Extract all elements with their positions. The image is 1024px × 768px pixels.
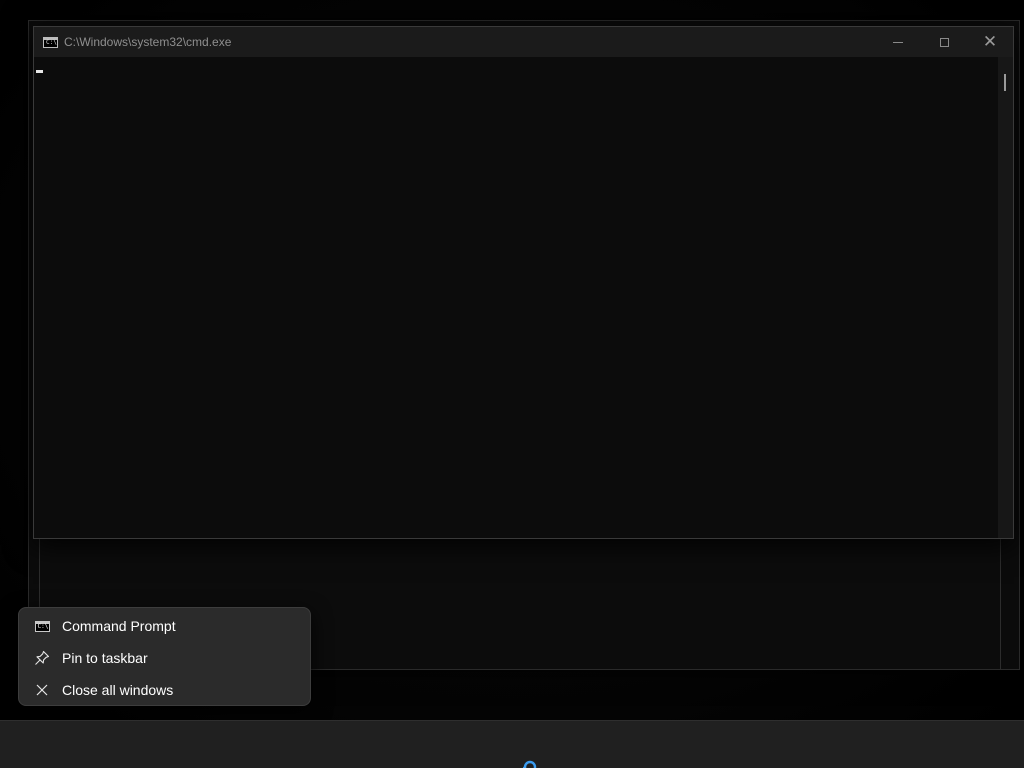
maximize-button[interactable] (921, 27, 967, 57)
maximize-icon (939, 37, 949, 47)
vertical-scrollbar[interactable] (998, 57, 1013, 538)
close-button[interactable]: ✕ (967, 27, 1013, 57)
title-bar[interactable]: C:\ C:\Windows\system32\cmd.exe ✕ (34, 27, 1013, 57)
console-area[interactable] (34, 57, 998, 538)
scrollbar-thumb[interactable] (1004, 74, 1006, 91)
menu-item-close-all-windows[interactable]: Close all windows (19, 674, 310, 706)
cmd-icon[interactable]: C:\ (43, 36, 58, 48)
menu-item-label: Pin to taskbar (62, 650, 148, 666)
search-icon[interactable] (514, 754, 540, 768)
text-cursor (36, 70, 43, 73)
menu-item-label: Close all windows (62, 682, 174, 698)
menu-item-label: Command Prompt (62, 618, 176, 634)
menu-item-command-prompt[interactable]: C:\ Command Prompt (19, 610, 310, 642)
window-controls: ✕ (875, 27, 1013, 57)
jump-list-menu: C:\ Command Prompt Pin to taskbar Close … (18, 607, 311, 706)
cmd-icon: C:\ (34, 620, 50, 632)
cmd-window[interactable]: C:\ C:\Windows\system32\cmd.exe ✕ (33, 26, 1014, 539)
taskbar (0, 720, 1024, 768)
menu-item-pin-to-taskbar[interactable]: Pin to taskbar (19, 642, 310, 674)
minimize-button[interactable] (875, 27, 921, 57)
pin-icon (33, 649, 51, 667)
close-icon (33, 681, 51, 699)
close-icon: ✕ (982, 31, 998, 52)
window-title: C:\Windows\system32\cmd.exe (64, 35, 232, 49)
minimize-icon (893, 41, 903, 43)
